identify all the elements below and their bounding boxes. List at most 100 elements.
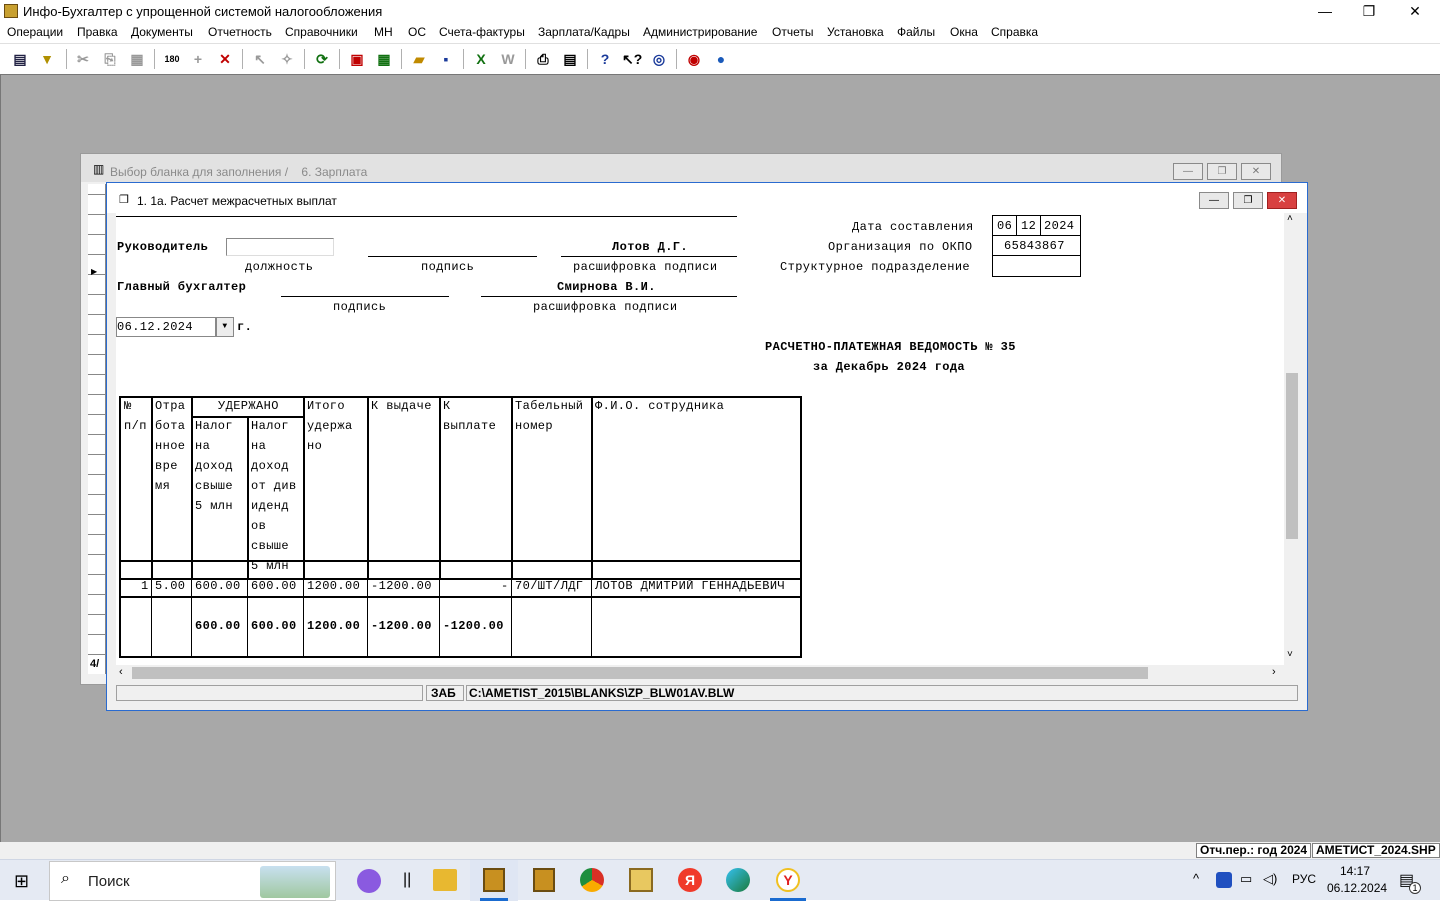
chief-signature-caption: подпись	[333, 300, 387, 314]
select-icon[interactable]: ✧	[277, 49, 297, 69]
row-tax1: 600.00	[195, 579, 241, 593]
yandex-browser-icon[interactable]: Y	[776, 868, 800, 892]
col-worked-h4: вре	[155, 459, 178, 473]
clock-date[interactable]: 06.12.2024	[1327, 881, 1387, 895]
menu-mn[interactable]: МН	[374, 25, 393, 39]
calculation-title-bar: ❐ 1. 1а. Расчет межрасчетных выплат — ❐ …	[107, 183, 1307, 213]
blank-list-strip: ▶ 4/	[88, 184, 106, 674]
back-restore-icon[interactable]: ❐	[1207, 163, 1237, 180]
blank-path: C:\AMETIST_2015\BLANKS\ZP_BLW01AV.BLW	[466, 685, 1298, 701]
help-icon[interactable]: ?	[595, 49, 615, 69]
network-icon[interactable]: ▭	[1240, 871, 1252, 887]
row-tax2: 600.00	[251, 579, 297, 593]
date-dropdown-icon[interactable]: ▼	[216, 317, 234, 337]
chrome-icon[interactable]	[580, 868, 604, 892]
col-tax2-h3: доход	[251, 459, 290, 473]
menu-reporting[interactable]: Отчетность	[208, 25, 272, 39]
chief-decoding-caption: расшифровка подписи	[533, 300, 678, 314]
notes-app-icon[interactable]	[629, 868, 653, 892]
excel-icon[interactable]: X	[471, 49, 491, 69]
compass-icon[interactable]: ◎	[649, 49, 669, 69]
infobuh-app2-icon[interactable]	[533, 868, 555, 892]
restore-icon[interactable]: ❐	[1346, 0, 1392, 22]
menu-reports[interactable]: Отчеты	[772, 25, 813, 39]
save-icon[interactable]: ▪	[436, 49, 456, 69]
scroll-down-icon[interactable]: ˅	[1287, 649, 1293, 660]
open-folder-icon[interactable]: ▰	[409, 49, 429, 69]
col-tax2-h2: на	[251, 439, 267, 453]
menu-windows[interactable]: Окна	[950, 25, 978, 39]
volume-icon[interactable]: ◁)	[1263, 871, 1277, 887]
context-help-icon[interactable]: ↖?	[622, 49, 642, 69]
pointer-icon[interactable]: ↖	[250, 49, 270, 69]
horizontal-scrollbar[interactable]: ‹ ›	[116, 665, 1284, 681]
add-icon[interactable]: +	[188, 49, 208, 69]
col-tax2-h6: ов	[251, 519, 267, 533]
app-icon	[4, 4, 18, 18]
copy-icon[interactable]: ⎘	[100, 49, 120, 69]
file-status: АМЕТИСТ_2024.SHP	[1312, 843, 1440, 858]
blank-list-label: 4/	[90, 658, 100, 670]
filter-icon[interactable]: ▼	[37, 49, 57, 69]
scroll-up-icon[interactable]: ˄	[1287, 213, 1293, 224]
menu-settings[interactable]: Установка	[827, 25, 884, 39]
close-icon[interactable]: ✕	[1392, 0, 1438, 22]
word-icon[interactable]: W	[498, 49, 518, 69]
taskbar-search-box[interactable]: ⌕ Поиск	[49, 861, 336, 901]
language-indicator[interactable]: РУС	[1292, 872, 1316, 886]
calculation-window[interactable]: ❐ 1. 1а. Расчет межрасчетных выплат — ❐ …	[106, 182, 1308, 711]
menu-edit[interactable]: Правка	[77, 25, 118, 39]
total-issue: -1200.00	[371, 619, 432, 633]
back-minimize-icon[interactable]: —	[1173, 163, 1203, 180]
front-close-icon[interactable]: ✕	[1267, 192, 1297, 209]
refresh-icon[interactable]: ⟳	[312, 49, 332, 69]
preview-icon[interactable]: ▤	[560, 49, 580, 69]
back-close-icon[interactable]: ✕	[1241, 163, 1271, 180]
clock-time[interactable]: 14:17	[1340, 864, 1370, 878]
calculator-icon[interactable]: ▦	[374, 49, 394, 69]
delete-icon[interactable]: ✕	[215, 49, 235, 69]
taskbar-active-app[interactable]	[470, 860, 518, 901]
print-icon[interactable]: ⎙	[533, 49, 553, 69]
vertical-scrollbar[interactable]: ˄ ˅	[1284, 213, 1300, 665]
date-input[interactable]: 06.12.2024	[116, 317, 216, 337]
head-decoding-caption: расшифровка подписи	[573, 260, 718, 274]
menu-os[interactable]: ОС	[408, 25, 426, 39]
menu-help[interactable]: Справка	[991, 25, 1038, 39]
list-icon[interactable]: ▤	[10, 49, 30, 69]
menu-admin[interactable]: Администрирование	[643, 25, 757, 39]
menu-files[interactable]: Файлы	[897, 25, 935, 39]
windows-start-icon[interactable]: ⊞	[14, 871, 34, 891]
row-pointer-icon: ▶	[91, 267, 98, 276]
front-minimize-icon[interactable]: —	[1199, 192, 1229, 209]
vertical-scroll-thumb[interactable]	[1286, 373, 1298, 539]
menu-salary[interactable]: Зарплата/Кадры	[538, 25, 630, 39]
menu-invoices[interactable]: Счета-фактуры	[439, 25, 525, 39]
support-icon[interactable]: ◉	[684, 49, 704, 69]
minimize-icon[interactable]: —	[1302, 0, 1348, 22]
pdf-icon[interactable]: ▣	[347, 49, 367, 69]
edge-icon[interactable]	[726, 868, 750, 892]
scroll-right-icon[interactable]: ›	[1272, 666, 1276, 678]
tray-expand-icon[interactable]: ^	[1193, 871, 1199, 886]
task-view-icon[interactable]: ||	[403, 871, 411, 889]
row-total: 1200.00	[307, 579, 361, 593]
paste-icon[interactable]: ▦	[127, 49, 147, 69]
yandex-disk-tray-icon[interactable]	[1216, 872, 1232, 888]
menu-operations[interactable]: Операции	[7, 25, 63, 39]
menu-directories[interactable]: Справочники	[285, 25, 358, 39]
yandex-icon[interactable]: Я	[678, 868, 702, 892]
rotate-icon[interactable]: 180	[162, 49, 182, 69]
cut-icon[interactable]: ✂	[73, 49, 93, 69]
document-icon: ❐	[119, 194, 129, 206]
file-explorer-icon[interactable]	[433, 869, 457, 891]
web-icon[interactable]: ●	[711, 49, 731, 69]
calculation-title: 1. 1а. Расчет межрасчетных выплат	[137, 194, 337, 208]
menu-documents[interactable]: Документы	[131, 25, 193, 39]
assistant-icon[interactable]	[357, 869, 381, 893]
scroll-left-icon[interactable]: ‹	[119, 666, 123, 678]
infobuh-app-icon	[483, 868, 505, 892]
horizontal-scroll-thumb[interactable]	[132, 667, 1148, 679]
front-restore-icon[interactable]: ❐	[1233, 192, 1263, 209]
head-position-field[interactable]	[226, 238, 334, 256]
